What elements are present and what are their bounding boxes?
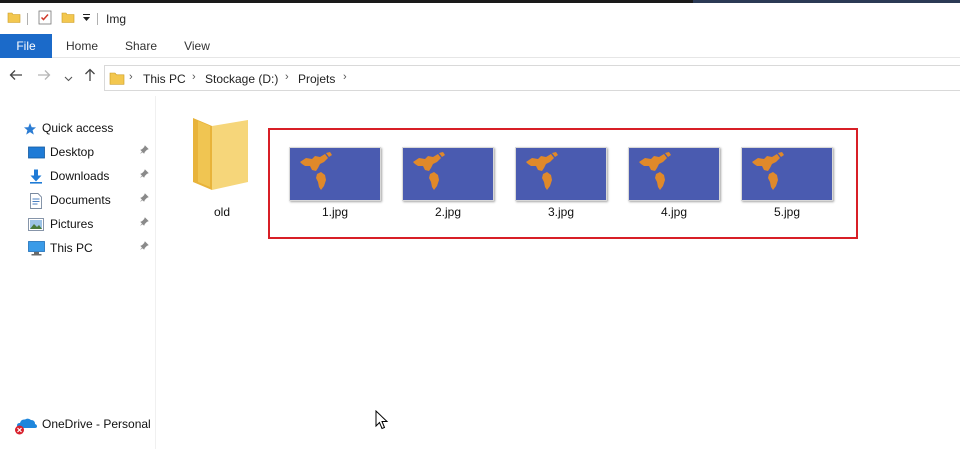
file-item-4[interactable]: 4.jpg (624, 143, 724, 223)
pane-divider (155, 96, 156, 449)
computer-icon (28, 241, 45, 256)
breadcrumb-chevron-icon[interactable]: › (129, 71, 133, 83)
pin-icon[interactable] (140, 237, 149, 259)
toolbar-separator (27, 13, 28, 25)
image-thumbnail (289, 147, 381, 201)
file-item-5[interactable]: 5.jpg (737, 143, 837, 223)
recent-locations-icon[interactable] (64, 71, 73, 87)
window-title: Img (106, 12, 127, 26)
breadcrumb-chevron-icon[interactable]: › (343, 71, 347, 83)
world-map-icon (413, 152, 445, 190)
world-map-icon (300, 152, 332, 190)
customize-toolbar-icon[interactable] (82, 13, 91, 24)
breadcrumb-chevron-icon[interactable]: › (285, 71, 289, 83)
pin-icon[interactable] (140, 213, 149, 235)
file-name: 1.jpg (321, 205, 349, 219)
desktop-icon (28, 145, 45, 159)
address-bar[interactable]: › This PC › Stockage (D:) › Projets › (104, 65, 960, 91)
navigation-row: › This PC › Stockage (D:) › Projets › (0, 58, 960, 96)
breadcrumb-projets[interactable]: Projets (298, 72, 335, 86)
sidebar-item-quick-access[interactable]: Quick access (0, 117, 155, 139)
star-icon (23, 121, 39, 135)
image-thumbnail (402, 147, 494, 201)
file-name: 4.jpg (660, 205, 688, 219)
file-name: 5.jpg (773, 205, 801, 219)
navigation-pane: Quick access Desktop Downloads Documents (0, 96, 155, 449)
up-arrow-icon[interactable] (83, 68, 97, 86)
file-item-1[interactable]: 1.jpg (285, 143, 385, 223)
tab-view[interactable]: View (176, 34, 218, 58)
pin-icon[interactable] (140, 165, 149, 187)
image-thumbnail (515, 147, 607, 201)
file-name: old (214, 205, 231, 219)
mouse-cursor-icon (375, 410, 389, 430)
sidebar-item-this-pc[interactable]: This PC (0, 237, 155, 259)
sidebar-item-label: Quick access (42, 121, 114, 135)
sidebar-item-label: This PC (50, 241, 93, 255)
world-map-icon (752, 152, 784, 190)
sidebar-item-label: OneDrive - Personal (42, 417, 151, 431)
sidebar-item-label: Downloads (50, 169, 110, 183)
properties-icon[interactable] (38, 10, 52, 28)
file-name: 3.jpg (547, 205, 575, 219)
sidebar-item-onedrive[interactable]: OneDrive - Personal (0, 413, 155, 435)
breadcrumb-this-pc[interactable]: This PC (143, 72, 186, 86)
sidebar-item-documents[interactable]: Documents (0, 189, 155, 211)
folder-icon[interactable] (7, 10, 21, 27)
forward-arrow-icon[interactable] (37, 68, 51, 86)
tab-share[interactable]: Share (118, 34, 164, 58)
breadcrumb-chevron-icon[interactable]: › (192, 71, 196, 83)
pin-icon[interactable] (140, 189, 149, 211)
sidebar-item-label: Desktop (50, 145, 95, 159)
ribbon-tabs: File Home Share View (0, 34, 960, 58)
file-name: 2.jpg (434, 205, 462, 219)
sidebar-item-pictures[interactable]: Pictures (0, 213, 155, 235)
image-thumbnail (741, 147, 833, 201)
title-separator (97, 13, 98, 25)
file-item-3[interactable]: 3.jpg (511, 143, 611, 223)
folder-item-old[interactable]: old (185, 114, 263, 224)
new-folder-icon[interactable] (61, 10, 75, 27)
back-arrow-icon[interactable] (9, 68, 23, 86)
world-map-icon (639, 152, 671, 190)
tab-home[interactable]: Home (58, 34, 106, 58)
pictures-icon (28, 217, 44, 231)
folder-icon (193, 118, 248, 190)
folder-icon (109, 70, 125, 89)
breadcrumb-stockage[interactable]: Stockage (D:) (205, 72, 278, 86)
image-thumbnail (628, 147, 720, 201)
title-bar: Img (0, 3, 960, 34)
onedrive-icon (14, 415, 38, 435)
pin-icon[interactable] (140, 141, 149, 163)
sidebar-item-label: Documents (50, 193, 111, 207)
tab-file[interactable]: File (0, 34, 52, 58)
sidebar-item-downloads[interactable]: Downloads (0, 165, 155, 187)
sidebar-item-desktop[interactable]: Desktop (0, 141, 155, 163)
world-map-icon (526, 152, 558, 190)
file-item-2[interactable]: 2.jpg (398, 143, 498, 223)
documents-icon (29, 193, 45, 209)
download-icon (28, 169, 44, 184)
sidebar-item-label: Pictures (50, 217, 94, 231)
